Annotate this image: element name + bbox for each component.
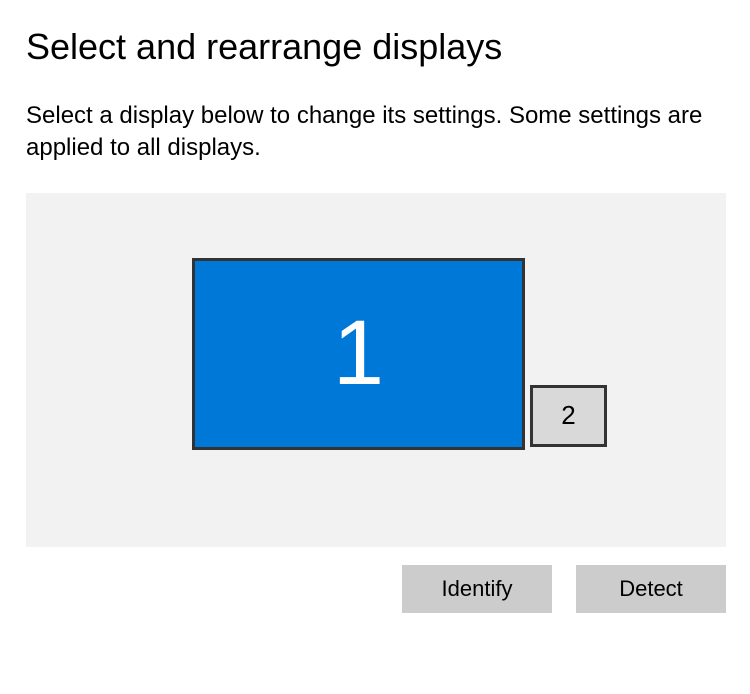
section-heading: Select and rearrange displays (26, 26, 724, 68)
display-monitor-2[interactable]: 2 (530, 385, 607, 447)
section-description: Select a display below to change its set… (26, 100, 724, 165)
display-monitor-2-label: 2 (561, 400, 575, 431)
detect-button[interactable]: Detect (576, 565, 726, 613)
display-monitor-1-label: 1 (333, 301, 384, 406)
action-button-row: Identify Detect (26, 565, 726, 613)
display-arrangement-area[interactable]: 1 2 (26, 193, 726, 547)
identify-button[interactable]: Identify (402, 565, 552, 613)
display-monitor-1[interactable]: 1 (192, 258, 525, 450)
